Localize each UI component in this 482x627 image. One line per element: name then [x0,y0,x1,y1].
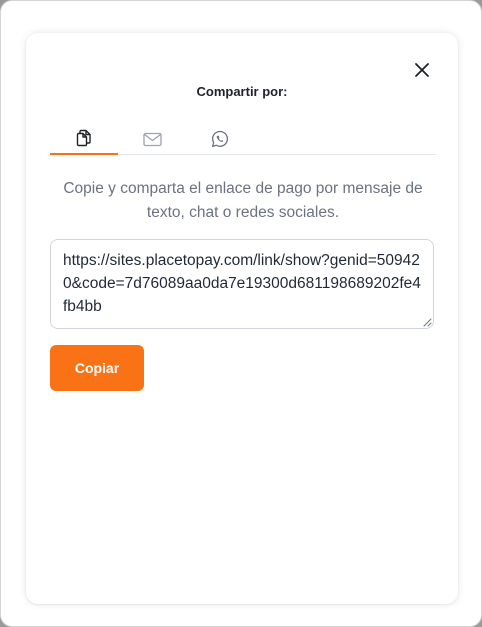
copy-icon [76,129,91,147]
tab-email[interactable] [118,123,186,155]
payment-link-field[interactable]: https://sites.placetopay.com/link/show?g… [50,239,434,329]
close-button[interactable] [412,60,432,80]
whatsapp-icon [211,130,229,148]
close-icon [415,63,429,77]
resize-grip-icon[interactable] [423,318,432,327]
share-tabs [50,123,436,155]
copy-button[interactable]: Copiar [50,345,144,391]
share-description: Copie y comparta el enlace de pago por m… [63,180,423,221]
tab-whatsapp[interactable] [186,123,254,155]
tab-copy[interactable] [50,123,118,155]
modal-backdrop-frame: Compartir por: Copie y comparta el enlac… [0,0,482,627]
dialog-title: Compartir por: [196,84,288,99]
mail-icon [142,132,162,146]
share-dialog: Compartir por: Copie y comparta el enlac… [26,33,458,604]
